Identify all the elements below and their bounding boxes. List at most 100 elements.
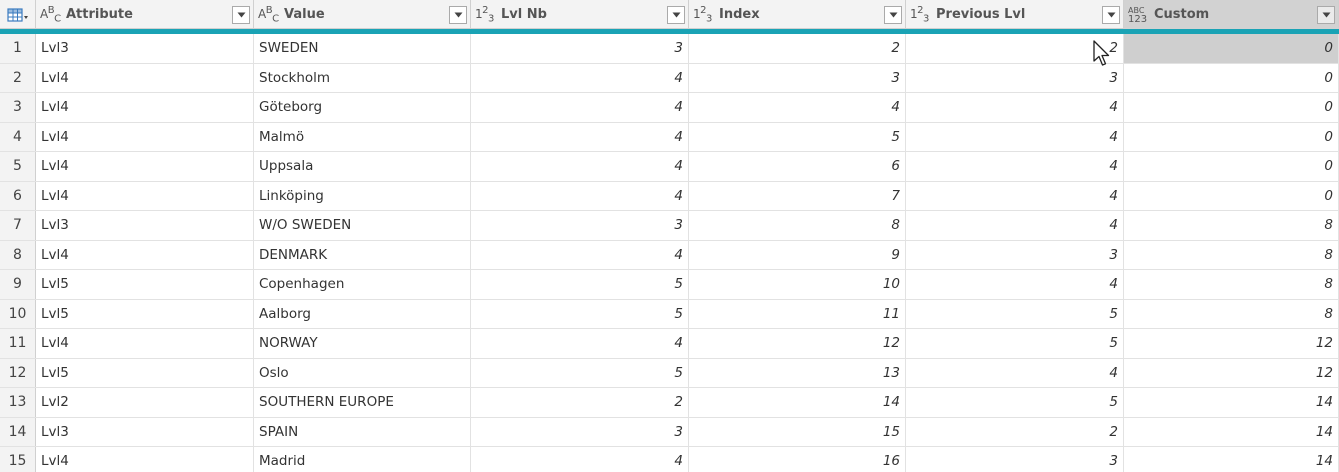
cell-lvl-nb[interactable]: 4 — [471, 63, 689, 92]
cell-value[interactable]: Madrid — [254, 447, 471, 472]
cell-previous-lvl[interactable]: 5 — [906, 329, 1124, 358]
table-row[interactable]: 10 Lvl5 Aalborg 5 11 5 8 — [0, 299, 1339, 329]
cell-previous-lvl[interactable]: 4 — [906, 122, 1124, 151]
cell-attribute[interactable]: Lvl4 — [36, 93, 254, 122]
row-number[interactable]: 6 — [0, 181, 36, 210]
cell-custom[interactable]: 0 — [1124, 122, 1339, 151]
abc-type-icon[interactable]: ABC — [258, 5, 284, 24]
cell-index[interactable]: 5 — [689, 122, 906, 151]
cell-attribute[interactable]: Lvl3 — [36, 417, 254, 446]
cell-index[interactable]: 10 — [689, 270, 906, 299]
table-row[interactable]: 1 Lvl3 SWEDEN 3 2 2 0 — [0, 34, 1339, 64]
table-row[interactable]: 5 Lvl4 Uppsala 4 6 4 0 — [0, 152, 1339, 182]
cell-lvl-nb[interactable]: 5 — [471, 299, 689, 328]
cell-lvl-nb[interactable]: 4 — [471, 447, 689, 472]
cell-lvl-nb[interactable]: 5 — [471, 358, 689, 387]
cell-custom[interactable]: 0 — [1124, 63, 1339, 92]
cell-custom[interactable]: 0 — [1124, 34, 1339, 63]
cell-previous-lvl[interactable]: 5 — [906, 388, 1124, 417]
cell-index[interactable]: 14 — [689, 388, 906, 417]
cell-attribute[interactable]: Lvl4 — [36, 240, 254, 269]
cell-index[interactable]: 13 — [689, 358, 906, 387]
table-row[interactable]: 13 Lvl2 SOUTHERN EUROPE 2 14 5 14 — [0, 388, 1339, 418]
cell-lvl-nb[interactable]: 4 — [471, 181, 689, 210]
cell-lvl-nb[interactable]: 3 — [471, 417, 689, 446]
table-row[interactable]: 15 Lvl4 Madrid 4 16 3 14 — [0, 447, 1339, 472]
column-header-lvl-nb[interactable]: 123 Lvl Nb — [471, 0, 689, 29]
cell-index[interactable]: 15 — [689, 417, 906, 446]
cell-lvl-nb[interactable]: 4 — [471, 152, 689, 181]
cell-index[interactable]: 7 — [689, 181, 906, 210]
row-number[interactable]: 10 — [0, 299, 36, 328]
cell-value[interactable]: Göteborg — [254, 93, 471, 122]
cell-lvl-nb[interactable]: 4 — [471, 122, 689, 151]
row-number[interactable]: 12 — [0, 358, 36, 387]
cell-custom[interactable]: 8 — [1124, 270, 1339, 299]
cell-previous-lvl[interactable]: 4 — [906, 270, 1124, 299]
cell-lvl-nb[interactable]: 5 — [471, 270, 689, 299]
cell-previous-lvl[interactable]: 4 — [906, 152, 1124, 181]
cell-previous-lvl[interactable]: 3 — [906, 240, 1124, 269]
cell-index[interactable]: 4 — [689, 93, 906, 122]
cell-value[interactable]: Aalborg — [254, 299, 471, 328]
table-row[interactable]: 2 Lvl4 Stockholm 4 3 3 0 — [0, 63, 1339, 93]
cell-custom[interactable]: 0 — [1124, 181, 1339, 210]
table-row[interactable]: 14 Lvl3 SPAIN 3 15 2 14 — [0, 417, 1339, 447]
filter-dropdown-button[interactable] — [1102, 5, 1120, 24]
cell-index[interactable]: 9 — [689, 240, 906, 269]
cell-value[interactable]: Linköping — [254, 181, 471, 210]
filter-dropdown-button[interactable] — [1317, 5, 1335, 24]
cell-index[interactable]: 3 — [689, 63, 906, 92]
row-number[interactable]: 9 — [0, 270, 36, 299]
row-number[interactable]: 4 — [0, 122, 36, 151]
cell-index[interactable]: 16 — [689, 447, 906, 472]
cell-attribute[interactable]: Lvl4 — [36, 122, 254, 151]
table-row[interactable]: 4 Lvl4 Malmö 4 5 4 0 — [0, 122, 1339, 152]
table-menu-button[interactable] — [0, 0, 36, 29]
table-row[interactable]: 6 Lvl4 Linköping 4 7 4 0 — [0, 181, 1339, 211]
cell-value[interactable]: Malmö — [254, 122, 471, 151]
column-header-previous-lvl[interactable]: 123 Previous Lvl — [906, 0, 1124, 29]
row-number[interactable]: 2 — [0, 63, 36, 92]
cell-value[interactable]: SWEDEN — [254, 34, 471, 63]
column-header-index[interactable]: 123 Index — [689, 0, 906, 29]
row-number[interactable]: 3 — [0, 93, 36, 122]
table-row[interactable]: 7 Lvl3 W/O SWEDEN 3 8 4 8 — [0, 211, 1339, 241]
row-number[interactable]: 15 — [0, 447, 36, 472]
table-row[interactable]: 8 Lvl4 DENMARK 4 9 3 8 — [0, 240, 1339, 270]
row-number[interactable]: 13 — [0, 388, 36, 417]
cell-value[interactable]: SPAIN — [254, 417, 471, 446]
cell-previous-lvl[interactable]: 2 — [906, 34, 1124, 63]
filter-dropdown-button[interactable] — [449, 5, 467, 24]
cell-value[interactable]: W/O SWEDEN — [254, 211, 471, 240]
column-header-attribute[interactable]: ABC Attribute — [36, 0, 254, 29]
cell-previous-lvl[interactable]: 2 — [906, 417, 1124, 446]
cell-index[interactable]: 11 — [689, 299, 906, 328]
cell-index[interactable]: 12 — [689, 329, 906, 358]
cell-value[interactable]: DENMARK — [254, 240, 471, 269]
filter-dropdown-button[interactable] — [884, 5, 902, 24]
cell-attribute[interactable]: Lvl5 — [36, 299, 254, 328]
cell-lvl-nb[interactable]: 4 — [471, 329, 689, 358]
cell-lvl-nb[interactable]: 4 — [471, 93, 689, 122]
table-row[interactable]: 9 Lvl5 Copenhagen 5 10 4 8 — [0, 270, 1339, 300]
cell-index[interactable]: 2 — [689, 34, 906, 63]
cell-value[interactable]: Copenhagen — [254, 270, 471, 299]
cell-previous-lvl[interactable]: 4 — [906, 211, 1124, 240]
cell-attribute[interactable]: Lvl5 — [36, 358, 254, 387]
row-number[interactable]: 7 — [0, 211, 36, 240]
column-header-custom[interactable]: ABC 123 Custom — [1124, 0, 1339, 29]
cell-lvl-nb[interactable]: 3 — [471, 34, 689, 63]
table-row[interactable]: 3 Lvl4 Göteborg 4 4 4 0 — [0, 93, 1339, 123]
cell-value[interactable]: Stockholm — [254, 63, 471, 92]
cell-value[interactable]: Oslo — [254, 358, 471, 387]
row-number[interactable]: 1 — [0, 34, 36, 63]
cell-previous-lvl[interactable]: 5 — [906, 299, 1124, 328]
cell-previous-lvl[interactable]: 4 — [906, 181, 1124, 210]
cell-attribute[interactable]: Lvl2 — [36, 388, 254, 417]
cell-attribute[interactable]: Lvl4 — [36, 447, 254, 472]
cell-custom[interactable]: 12 — [1124, 329, 1339, 358]
cell-value[interactable]: NORWAY — [254, 329, 471, 358]
cell-attribute[interactable]: Lvl3 — [36, 211, 254, 240]
cell-previous-lvl[interactable]: 3 — [906, 63, 1124, 92]
